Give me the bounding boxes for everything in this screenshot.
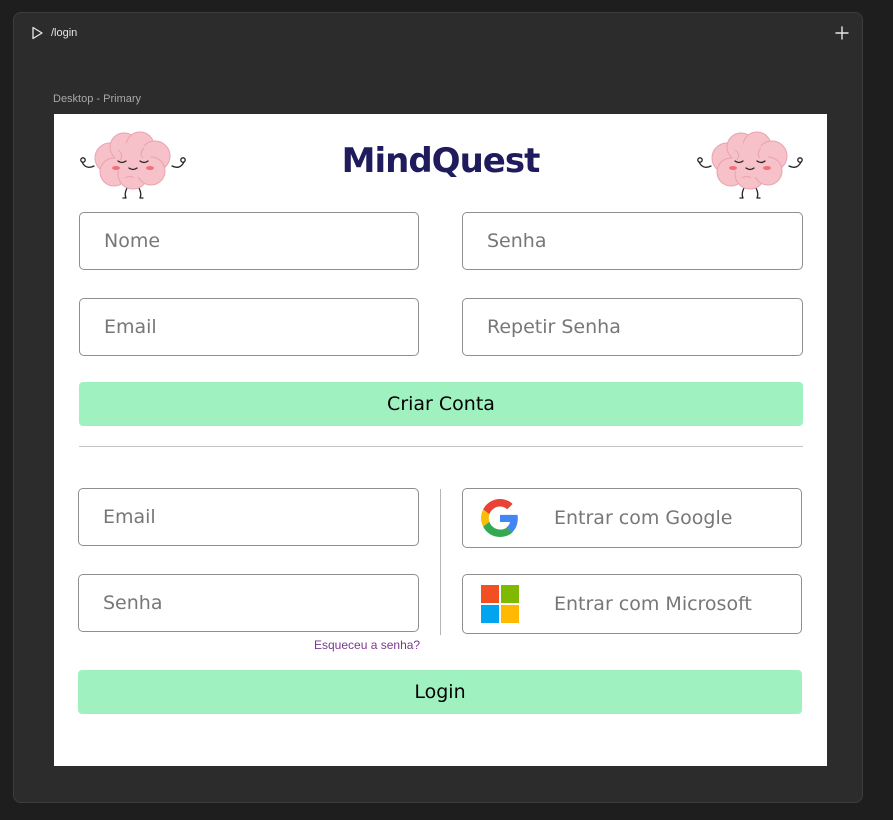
- google-signin-button[interactable]: Entrar com Google: [462, 488, 802, 548]
- login-email-field[interactable]: [78, 488, 419, 546]
- signup-password-input[interactable]: [463, 213, 802, 269]
- signup-repeat-password-field[interactable]: [462, 298, 803, 356]
- signup-name-input[interactable]: [80, 213, 418, 269]
- signup-password-field[interactable]: [462, 212, 803, 270]
- play-icon[interactable]: [30, 26, 44, 40]
- google-button-label: Entrar com Google: [554, 507, 733, 529]
- login-page: MindQuest Nome Email Criar Conta Email E…: [54, 114, 827, 766]
- google-icon: [481, 499, 518, 537]
- login-email-input[interactable]: [79, 489, 418, 545]
- login-password-field[interactable]: [78, 574, 419, 632]
- forgot-password-link[interactable]: Esqueceu a senha?: [314, 638, 420, 652]
- vertical-divider: [440, 489, 441, 635]
- signup-repeat-password-input[interactable]: [463, 299, 802, 355]
- preview-window: /login Desktop - Primary MindQuest Nome …: [13, 12, 863, 803]
- create-account-button[interactable]: Criar Conta: [79, 382, 803, 426]
- signup-email-input[interactable]: [80, 299, 418, 355]
- signup-name-field[interactable]: [79, 212, 419, 270]
- login-button[interactable]: Login: [78, 670, 802, 714]
- brain-mascot-icon: [697, 131, 803, 199]
- route-label: /login: [51, 27, 78, 39]
- signup-email-field[interactable]: [79, 298, 419, 356]
- microsoft-button-label: Entrar com Microsoft: [554, 593, 752, 615]
- frame-label: Desktop - Primary: [53, 93, 142, 105]
- login-password-input[interactable]: [79, 575, 418, 631]
- microsoft-icon: [481, 585, 519, 623]
- section-divider: [79, 446, 803, 447]
- plus-icon[interactable]: [834, 25, 850, 41]
- microsoft-signin-button[interactable]: Entrar com Microsoft: [462, 574, 802, 634]
